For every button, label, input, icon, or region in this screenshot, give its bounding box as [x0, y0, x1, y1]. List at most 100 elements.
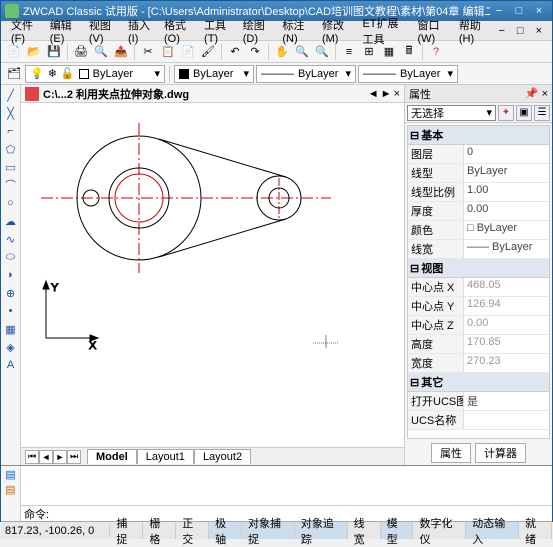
- prop-group[interactable]: ⊟ 视图: [408, 259, 549, 278]
- prop-value[interactable]: 126.94: [464, 297, 549, 315]
- prop-row[interactable]: 宽度270.23: [408, 354, 549, 373]
- model-tab[interactable]: Model: [87, 449, 137, 464]
- rect-icon[interactable]: ▭: [3, 159, 19, 175]
- cmd-btn2-icon[interactable]: ▤: [5, 483, 15, 496]
- point-icon[interactable]: •: [3, 303, 19, 319]
- panel-close-icon[interactable]: ×: [542, 88, 548, 100]
- spline-icon[interactable]: ∿: [3, 231, 19, 247]
- prop-value[interactable]: 170.85: [464, 335, 549, 353]
- ellipsearc-icon[interactable]: ◗: [3, 267, 19, 283]
- command-log[interactable]: [21, 466, 552, 505]
- ortho-button[interactable]: 正交: [176, 522, 209, 539]
- selection-combo[interactable]: 无选择▾: [407, 105, 496, 121]
- prop-value[interactable]: 0: [464, 145, 549, 163]
- text-icon[interactable]: A: [3, 357, 19, 373]
- prop-row[interactable]: 中心点 X468.05: [408, 278, 549, 297]
- coordinates[interactable]: 817.23, -100.26, 0: [1, 525, 110, 537]
- calculator-icon[interactable]: 🖩: [400, 43, 418, 61]
- prop-value[interactable]: ByLayer: [464, 164, 549, 182]
- quickselect-icon[interactable]: ✦: [498, 105, 514, 121]
- prop-row[interactable]: 厚度0.00: [408, 202, 549, 221]
- layer-combo[interactable]: 💡❄🔓ByLayer▾: [25, 65, 165, 83]
- lineweight-combo[interactable]: ———ByLayer▾: [358, 65, 458, 83]
- doc-close-button[interactable]: ×: [530, 25, 548, 37]
- designcenter-icon[interactable]: ⊞: [360, 43, 378, 61]
- layer-prop-icon[interactable]: 🗂: [5, 65, 23, 83]
- prop-tab-calc[interactable]: 计算器: [475, 443, 526, 463]
- color-combo[interactable]: ByLayer▾: [174, 65, 254, 83]
- prop-value[interactable]: 0.00: [464, 202, 549, 220]
- menu-insert[interactable]: 插入(I): [122, 17, 158, 45]
- prop-value[interactable]: 0.00: [464, 316, 549, 334]
- copy-icon[interactable]: 📋: [159, 43, 177, 61]
- polar-button[interactable]: 极轴: [209, 522, 242, 539]
- redo-icon[interactable]: ↷: [246, 43, 264, 61]
- close-button[interactable]: ×: [530, 4, 548, 18]
- prop-value[interactable]: [464, 411, 549, 429]
- prop-row[interactable]: 线型ByLayer: [408, 164, 549, 183]
- ellipse-icon[interactable]: ⬭: [3, 249, 19, 265]
- save-icon[interactable]: 💾: [45, 43, 63, 61]
- menu-modify[interactable]: 修改(M): [316, 17, 357, 45]
- menu-help[interactable]: 帮助(H): [453, 17, 493, 45]
- polygon-icon[interactable]: ⬠: [3, 141, 19, 157]
- tab-prev-icon[interactable]: ◄: [39, 450, 53, 464]
- menu-view[interactable]: 视图(V): [83, 17, 122, 45]
- doc-minimize-button[interactable]: −: [492, 25, 510, 37]
- prop-row[interactable]: 图层0: [408, 145, 549, 164]
- publish-icon[interactable]: 📤: [112, 43, 130, 61]
- menu-edit[interactable]: 编辑(E): [44, 17, 83, 45]
- hatch-icon[interactable]: ▦: [3, 321, 19, 337]
- menu-tools[interactable]: 工具(T): [198, 17, 237, 45]
- lwt-button[interactable]: 线宽: [348, 522, 381, 539]
- tab-close-icon[interactable]: ×: [394, 88, 400, 100]
- menu-draw[interactable]: 绘图(D): [237, 17, 277, 45]
- zoom-prev-icon[interactable]: 🔍: [313, 43, 331, 61]
- prop-value[interactable]: 468.05: [464, 278, 549, 296]
- tablet-button[interactable]: 数字化仪: [413, 522, 466, 539]
- prop-value[interactable]: □ ByLayer: [464, 221, 549, 239]
- zoom-icon[interactable]: 🔍: [293, 43, 311, 61]
- prop-row[interactable]: 线型比例1.00: [408, 183, 549, 202]
- cut-icon[interactable]: ✂: [139, 43, 157, 61]
- doc-restore-button[interactable]: □: [511, 25, 530, 37]
- snap-button[interactable]: 捕捉: [110, 522, 143, 539]
- match-icon[interactable]: 🖌: [199, 43, 217, 61]
- model-button[interactable]: 模型: [381, 522, 414, 539]
- menu-file[interactable]: 文件(F): [5, 17, 44, 45]
- revcloud-icon[interactable]: ☁: [3, 213, 19, 229]
- minimize-button[interactable]: −: [490, 4, 508, 18]
- block-icon[interactable]: ⊕: [3, 285, 19, 301]
- xline-icon[interactable]: ╳: [3, 105, 19, 121]
- prop-value[interactable]: —— ByLayer: [464, 240, 549, 258]
- open-icon[interactable]: 📂: [25, 43, 43, 61]
- arc-icon[interactable]: ⌒: [3, 177, 19, 193]
- osnap-button[interactable]: 对象捕捉: [242, 522, 295, 539]
- new-icon[interactable]: 📄: [5, 43, 23, 61]
- dyn-button[interactable]: 动态输入: [466, 522, 519, 539]
- prop-row[interactable]: 打开UCS图标是: [408, 392, 549, 411]
- maximize-button[interactable]: □: [510, 4, 528, 18]
- help-icon[interactable]: ?: [427, 43, 445, 61]
- document-tab[interactable]: C:\...2 利用夹点拉伸对象.dwg ◄ ► ×: [21, 85, 404, 103]
- layout1-tab[interactable]: Layout1: [137, 449, 194, 464]
- panel-pin-icon[interactable]: 📌: [525, 88, 539, 100]
- pline-icon[interactable]: ⌐: [3, 123, 19, 139]
- grid-button[interactable]: 栅格: [143, 522, 176, 539]
- linetype-combo[interactable]: ———ByLayer▾: [256, 65, 356, 83]
- selectobj-icon[interactable]: ☰: [534, 105, 550, 121]
- cmd-btn1-icon[interactable]: ▤: [5, 468, 15, 481]
- prop-tab-properties[interactable]: 属性: [431, 443, 471, 463]
- preview-icon[interactable]: 🔍: [92, 43, 110, 61]
- prop-row[interactable]: 中心点 Z0.00: [408, 316, 549, 335]
- tab-right-icon[interactable]: ►: [381, 88, 392, 100]
- circle-icon[interactable]: ○: [3, 195, 19, 211]
- menu-format[interactable]: 格式(O): [158, 17, 198, 45]
- line-icon[interactable]: ╱: [3, 87, 19, 103]
- menu-window[interactable]: 窗口(W): [411, 17, 452, 45]
- tab-next-icon[interactable]: ►: [53, 450, 67, 464]
- tab-left-icon[interactable]: ◄: [368, 88, 379, 100]
- tab-first-icon[interactable]: ⏮: [25, 450, 39, 464]
- otrack-button[interactable]: 对象追踪: [295, 522, 348, 539]
- prop-row[interactable]: 线宽—— ByLayer: [408, 240, 549, 259]
